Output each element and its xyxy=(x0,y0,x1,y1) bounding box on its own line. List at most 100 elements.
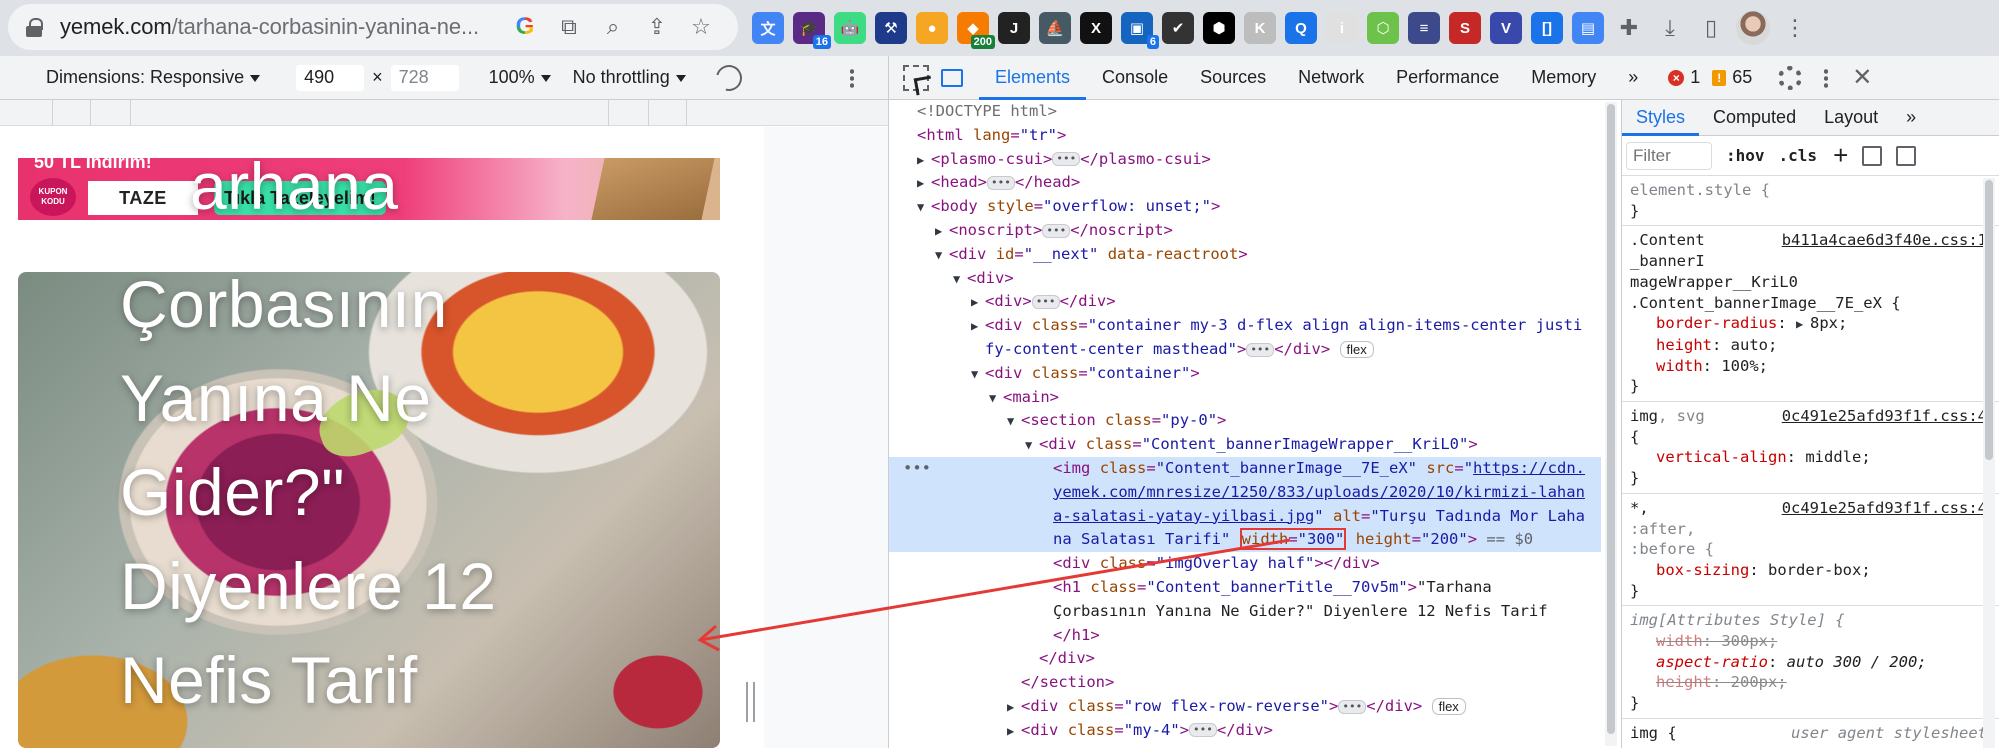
dom-node-noscript[interactable]: ▶ <noscript> ••• </noscript> xyxy=(889,219,1601,244)
puzzle-icon[interactable]: ✚ xyxy=(1613,12,1645,44)
computed-sidebar-icon[interactable] xyxy=(1896,145,1917,166)
more-sidebar-tabs-icon[interactable]: » xyxy=(1892,100,1930,136)
info-icon[interactable]: i xyxy=(1326,12,1358,44)
styles-scrollbar[interactable] xyxy=(1983,178,1995,748)
dom-img-line-1[interactable]: <img class="Content_bannerImage__7E_eX" … xyxy=(889,457,1601,481)
dom-node-div-close[interactable]: </div> xyxy=(889,647,1601,671)
rotate-icon[interactable] xyxy=(710,59,747,96)
expand-triangle-icon[interactable]: ▶ xyxy=(917,172,931,196)
dom-node-h1-close[interactable]: </h1> xyxy=(889,624,1601,648)
collapse-triangle-icon[interactable]: ▼ xyxy=(953,268,967,292)
tab-performance[interactable]: Performance xyxy=(1380,56,1515,100)
rule-universal[interactable]: 0c491e25afd93f1f.css:4 *, :after, :befor… xyxy=(1622,494,1999,607)
settings-gear-icon[interactable] xyxy=(1778,65,1803,90)
expand-shorthand-icon[interactable]: ▶ xyxy=(1796,314,1810,335)
google-translate-icon[interactable]: 文 xyxy=(752,12,784,44)
expand-triangle-icon[interactable]: ▶ xyxy=(935,220,949,244)
tab-elements[interactable]: Elements xyxy=(979,56,1087,100)
collapse-triangle-icon[interactable]: ▼ xyxy=(971,363,985,387)
zoom-dropdown[interactable]: 100% xyxy=(489,67,551,88)
elements-scrollbar[interactable] xyxy=(1605,102,1617,746)
android-icon[interactable]: 🤖 xyxy=(834,12,866,44)
tab-console[interactable]: Console xyxy=(1086,56,1184,100)
dom-img-line-4[interactable]: na Salatası Tarifi" width="300" height="… xyxy=(889,528,1601,552)
x-icon[interactable]: X xyxy=(1080,12,1112,44)
ellipsis-icon[interactable]: ••• xyxy=(1338,699,1367,714)
v-icon[interactable]: V xyxy=(1490,12,1522,44)
dom-node-overlay[interactable]: <div class="imgOverlay half"></div> xyxy=(889,552,1601,576)
collapse-triangle-icon[interactable]: ▼ xyxy=(935,244,949,268)
expand-triangle-icon[interactable]: ▶ xyxy=(971,291,985,315)
ellipsis-icon[interactable]: ••• xyxy=(1031,294,1060,309)
media-query-ruler[interactable] xyxy=(0,100,888,126)
tab-styles[interactable]: Styles xyxy=(1622,100,1700,136)
counter-icon[interactable]: ◆ 200 xyxy=(957,12,995,49)
width-attribute-highlight[interactable]: width="300" xyxy=(1239,528,1347,551)
flex-badge[interactable]: flex xyxy=(1431,698,1466,715)
sailboat-icon[interactable]: ⛵ xyxy=(1039,12,1071,44)
styles-filter-input[interactable] xyxy=(1626,141,1712,170)
balloon-icon[interactable]: ● xyxy=(916,12,948,44)
bookmark-star-icon[interactable]: ☆ xyxy=(686,12,716,42)
dom-node-masthead-cont[interactable]: fy-content-center masthead"> ••• </div> fl… xyxy=(889,338,1601,362)
dom-node-body[interactable]: ▼ <body style="overflow: unset;"> xyxy=(889,195,1601,220)
rule-element-style[interactable]: element.style { } xyxy=(1622,176,1999,227)
tab-network[interactable]: Network xyxy=(1282,56,1380,100)
paint-brush-icon[interactable] xyxy=(1862,145,1883,166)
browser-menu-icon[interactable]: ⋮ xyxy=(1779,12,1811,44)
more-options-icon[interactable] xyxy=(850,68,854,88)
resize-handle[interactable] xyxy=(746,682,755,722)
rule-img-svg[interactable]: 0c491e25afd93f1f.css:4 img, svg { vertic… xyxy=(1622,402,1999,494)
google-lens-icon[interactable]: G xyxy=(510,12,540,42)
j-icon[interactable]: J xyxy=(998,12,1030,44)
expand-triangle-icon[interactable]: ▶ xyxy=(1007,696,1021,720)
collapse-triangle-icon[interactable]: ▼ xyxy=(1007,410,1021,434)
ellipsis-icon[interactable]: ••• xyxy=(1042,223,1071,238)
dom-node-next[interactable]: ▼ <div id="__next" data-reactroot> xyxy=(889,243,1601,268)
stylesheet-link[interactable]: 0c491e25afd93f1f.css:4 xyxy=(1782,498,1987,519)
tools-icon[interactable]: ⚒ xyxy=(875,12,907,44)
dom-node-row[interactable]: ▶ <div class="row flex-row-reverse"> ••• </… xyxy=(889,695,1601,720)
new-rule-plus-icon[interactable]: + xyxy=(1833,140,1848,171)
s-icon[interactable]: S xyxy=(1449,12,1481,44)
collapse-triangle-icon[interactable]: ▼ xyxy=(917,196,931,220)
flex-badge[interactable]: flex xyxy=(1339,341,1374,358)
hover-state-button[interactable]: :hov xyxy=(1726,146,1765,165)
dom-node-html[interactable]: <html lang="tr"> xyxy=(889,124,1601,148)
url-text[interactable]: yemek.com/tarhana-corbasinin-yanina-ne..… xyxy=(60,14,500,40)
viewport-width-input[interactable] xyxy=(296,64,365,91)
dom-node-div-collapsed[interactable]: ▶ <div> ••• </div> xyxy=(889,290,1601,315)
expand-triangle-icon[interactable]: ▶ xyxy=(917,149,931,173)
class-toggle-button[interactable]: .cls xyxy=(1779,146,1818,165)
dimensions-dropdown[interactable]: Dimensions: Responsive xyxy=(46,67,261,88)
stylesheet-link[interactable]: 0c491e25afd93f1f.css:4 xyxy=(1782,406,1987,427)
collapse-triangle-icon[interactable]: ▼ xyxy=(1025,434,1039,458)
node-icon[interactable]: ⬡ xyxy=(1367,12,1399,44)
ellipsis-icon[interactable]: ••• xyxy=(987,175,1015,190)
css-rules-list[interactable]: element.style { } b411a4cae6d3f40e.css:1… xyxy=(1622,176,1999,748)
dom-node-head[interactable]: ▶ <head> ••• </head> xyxy=(889,171,1601,196)
dom-node-wrapper[interactable]: ▼ <div class="Content_bannerImageWrapper_… xyxy=(889,433,1601,458)
collapse-triangle-icon[interactable]: ▼ xyxy=(989,387,1003,411)
tab-memory[interactable]: Memory xyxy=(1515,56,1612,100)
throttling-dropdown[interactable]: No throttling xyxy=(573,67,686,88)
tab-computed[interactable]: Computed xyxy=(1699,100,1810,136)
ellipsis-icon[interactable]: ••• xyxy=(1246,342,1275,357)
inspect-element-icon[interactable] xyxy=(903,64,929,91)
translate-icon[interactable]: ⧉ xyxy=(554,12,584,42)
briefcase-icon[interactable]: ▣ 6 xyxy=(1121,12,1159,49)
viewport-height-input[interactable] xyxy=(390,64,459,91)
close-devtools-icon[interactable]: ✕ xyxy=(1852,63,1872,92)
rule-attributes-style[interactable]: img[Attributes Style] { width: 300px; as… xyxy=(1622,606,1999,719)
stylesheet-link[interactable]: b411a4cae6d3f40e.css:1 xyxy=(1782,230,1987,251)
dom-node-section-close[interactable]: </section> xyxy=(889,671,1601,695)
more-tabs-icon[interactable]: » xyxy=(1612,56,1654,100)
rule-user-agent-img[interactable]: user agent stylesheet img { xyxy=(1622,719,1999,748)
share-icon[interactable]: ⇪ xyxy=(642,12,672,42)
ellipsis-icon[interactable]: ••• xyxy=(1052,152,1081,167)
dom-node-masthead[interactable]: ▶ <div class="container my-3 d-flex align… xyxy=(889,314,1601,339)
download-icon[interactable]: ⤓ xyxy=(1654,12,1686,44)
dom-node-h1-text[interactable]: Çorbasının Yanına Ne Gider?" Diyenlere 1… xyxy=(889,600,1601,624)
magnifier-icon[interactable]: Q xyxy=(1285,12,1317,44)
address-bar[interactable]: yemek.com/tarhana-corbasinin-yanina-ne..… xyxy=(8,4,738,50)
